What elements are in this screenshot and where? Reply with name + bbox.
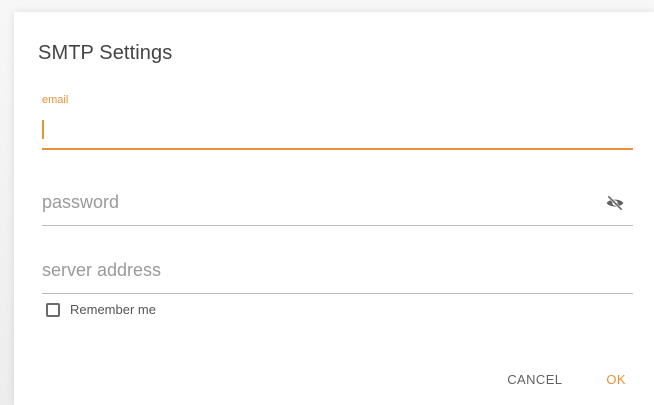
remember-me-label: Remember me <box>70 302 156 317</box>
dialog-title: SMTP Settings <box>38 42 173 64</box>
remember-me-option[interactable]: Remember me <box>46 302 156 317</box>
remember-me-checkbox[interactable] <box>46 302 60 317</box>
email-label: email <box>42 94 69 106</box>
text-caret <box>42 120 44 139</box>
email-field[interactable]: email <box>42 94 633 150</box>
password-placeholder: password <box>42 192 120 212</box>
password-underline <box>42 225 633 226</box>
password-field[interactable]: password <box>42 184 633 226</box>
email-underline <box>42 148 633 150</box>
page-background: SMTP Settings email password server addr… <box>0 0 654 405</box>
server-address-placeholder: server address <box>42 260 162 280</box>
smtp-settings-dialog: SMTP Settings email password server addr… <box>14 12 654 405</box>
server-address-underline <box>42 293 633 294</box>
server-address-field[interactable]: server address <box>42 252 633 294</box>
dialog-actions: CANCEL OK <box>505 368 628 391</box>
ok-button[interactable]: OK <box>604 368 628 391</box>
eye-off-icon[interactable] <box>605 193 625 213</box>
cancel-button[interactable]: CANCEL <box>505 368 564 391</box>
